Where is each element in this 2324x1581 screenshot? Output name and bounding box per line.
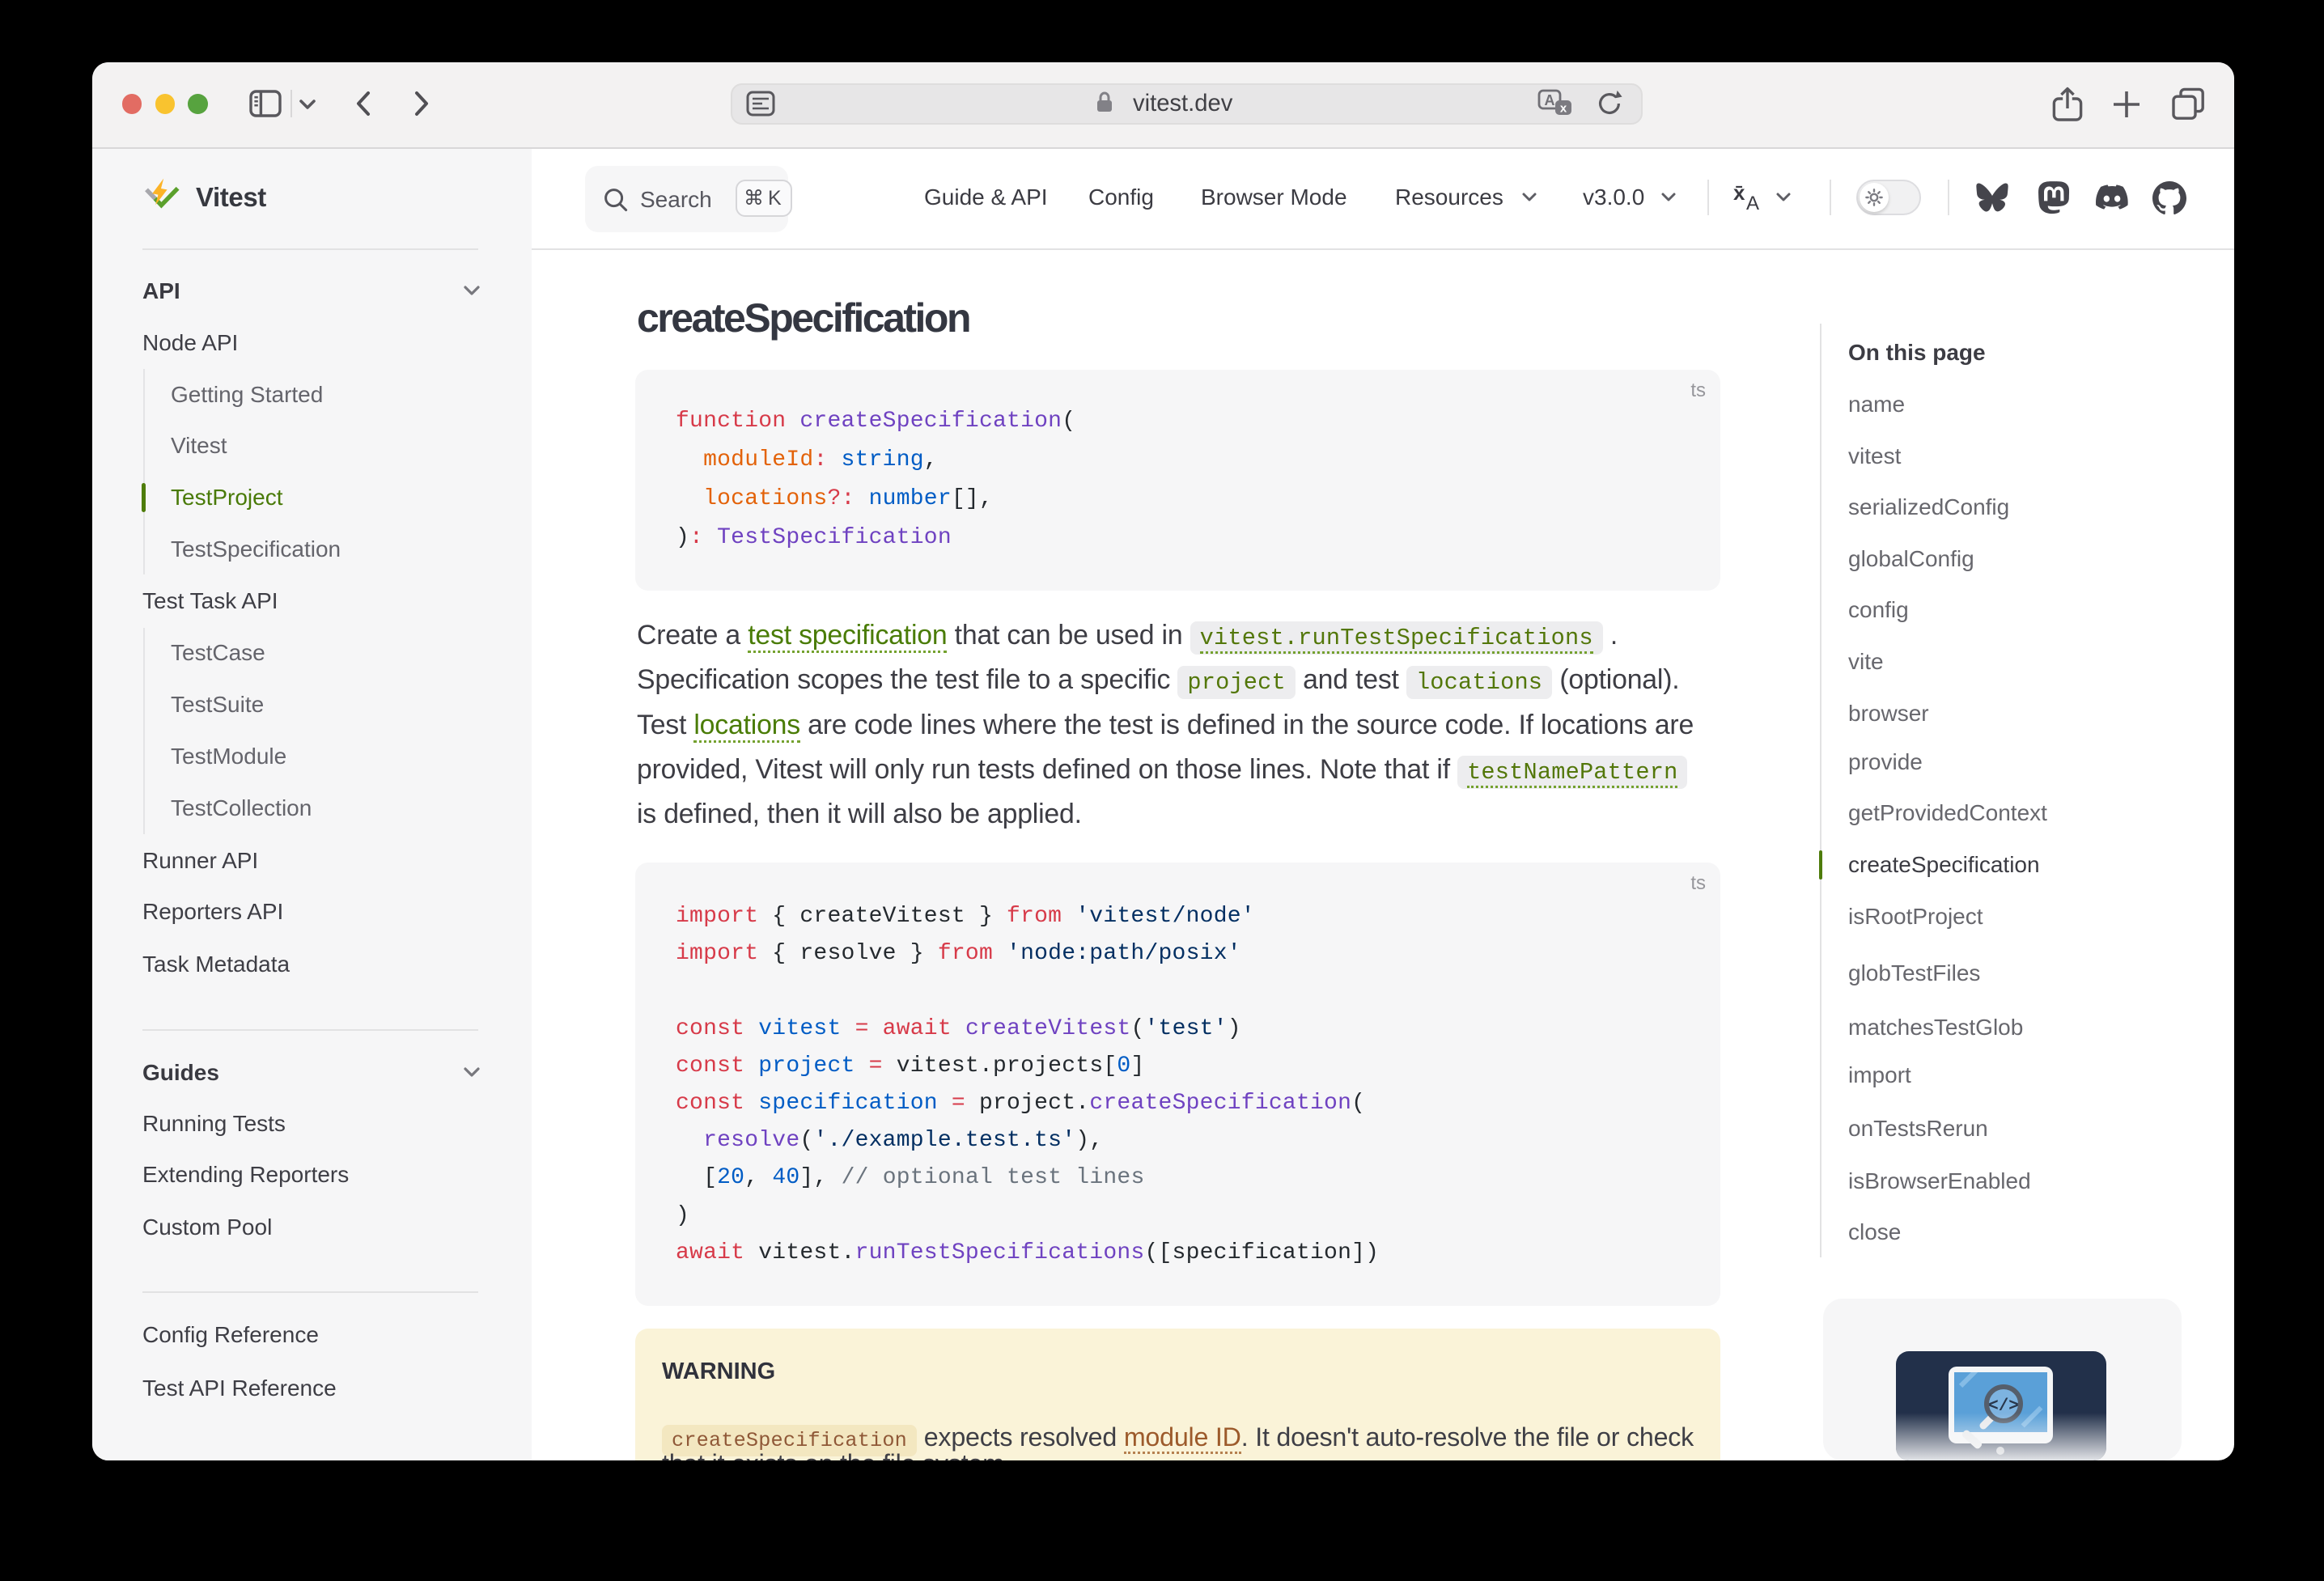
svg-text:x̄: x̄ [1733, 180, 1745, 205]
svg-text:x: x [1560, 101, 1567, 115]
svg-text:A: A [1746, 193, 1759, 214]
svg-text:A: A [1545, 92, 1555, 108]
